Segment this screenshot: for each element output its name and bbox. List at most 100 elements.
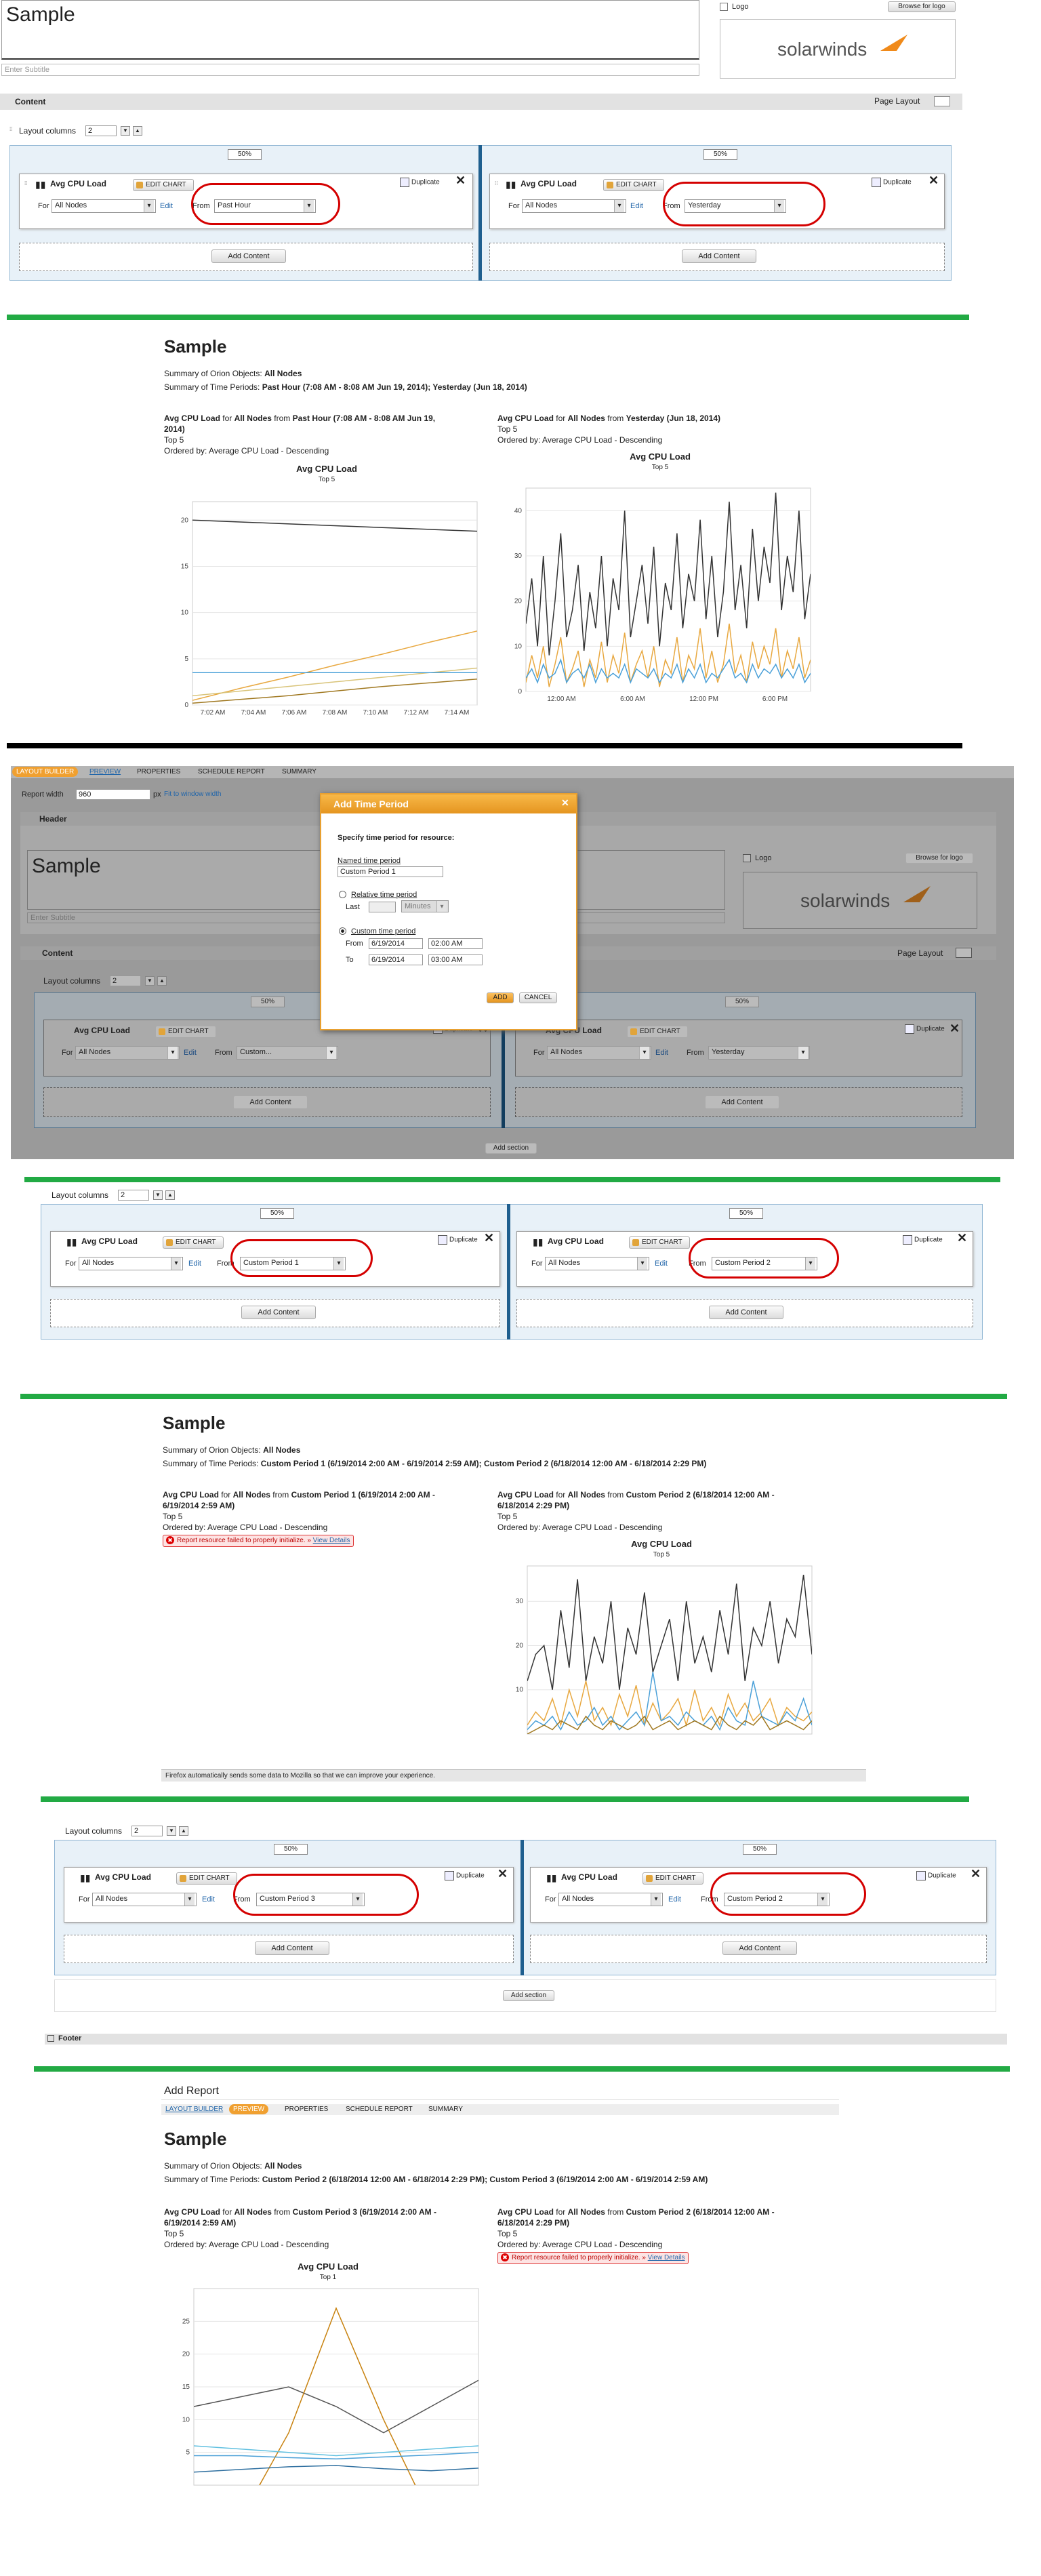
edit-link[interactable]: Edit (630, 202, 643, 210)
browse-logo-button[interactable]: Browse for logo (905, 853, 973, 864)
column-divider[interactable] (520, 1840, 524, 1975)
column-divider[interactable] (507, 1204, 510, 1340)
close-icon[interactable]: ✕ (957, 1232, 967, 1244)
layout-columns-input[interactable]: 2 (131, 1826, 163, 1836)
dialog-close-icon[interactable]: ✕ (561, 797, 569, 809)
close-icon[interactable]: ✕ (971, 1868, 981, 1880)
tab-properties[interactable]: PROPERTIES (281, 2104, 332, 2114)
fit-window-link[interactable]: Fit to window width (164, 790, 221, 798)
columns-down-icon[interactable]: ▼ (145, 976, 155, 986)
columns-down-icon[interactable]: ▼ (167, 1826, 176, 1836)
relative-radio[interactable] (339, 891, 346, 898)
col2-width[interactable]: 50% (703, 149, 737, 160)
col1-width[interactable]: 50% (228, 149, 262, 160)
columns-up-icon[interactable]: ▲ (157, 976, 167, 986)
duplicate-button[interactable]: Duplicate (445, 1871, 485, 1880)
edit-link[interactable]: Edit (184, 1049, 197, 1057)
add-content-button[interactable]: Add Content (709, 1306, 783, 1319)
subtitle-input[interactable]: Enter Subtitle (1, 64, 699, 76)
column-divider[interactable] (478, 145, 482, 281)
add-button[interactable]: ADD (487, 992, 514, 1003)
for-select[interactable]: All Nodes (522, 199, 626, 213)
col1-width[interactable]: 50% (251, 997, 285, 1007)
col1-width[interactable]: 50% (260, 1208, 294, 1219)
report-title-input[interactable]: Sample (1, 0, 699, 60)
duplicate-button[interactable]: Duplicate (903, 1235, 943, 1245)
custom-radio[interactable] (339, 927, 346, 935)
for-select[interactable]: All Nodes (558, 1893, 663, 1906)
add-content-button[interactable]: Add Content (241, 1306, 316, 1319)
columns-up-icon[interactable]: ▲ (179, 1826, 188, 1836)
edit-chart-button[interactable]: EDIT CHART (163, 1236, 224, 1249)
tab-summary[interactable]: SUMMARY (424, 2104, 467, 2114)
close-icon[interactable]: ✕ (484, 1232, 494, 1244)
col2-width[interactable]: 50% (725, 997, 759, 1007)
for-select[interactable]: All Nodes (52, 199, 156, 213)
logo-checkbox[interactable] (743, 854, 751, 862)
add-content-button[interactable]: Add Content (255, 1941, 329, 1955)
tab-layout-builder[interactable]: LAYOUT BUILDER (12, 767, 79, 777)
add-content-button[interactable]: Add Content (705, 1095, 779, 1109)
resource-drag-icon[interactable]: ⁞⁞ (24, 180, 27, 186)
for-select[interactable]: All Nodes (79, 1257, 183, 1270)
duplicate-button[interactable]: Duplicate (400, 178, 440, 187)
browse-logo-button[interactable]: Browse for logo (888, 1, 956, 12)
edit-link[interactable]: Edit (202, 1895, 215, 1904)
add-section-button[interactable]: Add section (485, 1143, 537, 1154)
report-width-input[interactable]: 960 (76, 789, 150, 800)
edit-link[interactable]: Edit (668, 1895, 681, 1904)
columns-up-icon[interactable]: ▲ (133, 126, 142, 136)
for-select[interactable]: All Nodes (547, 1046, 651, 1060)
edit-link[interactable]: Edit (188, 1260, 201, 1268)
edit-chart-button[interactable]: EDIT CHART (133, 179, 194, 191)
duplicate-button[interactable]: Duplicate (905, 1024, 945, 1034)
add-content-button[interactable]: Add Content (211, 249, 286, 263)
layout-columns-input[interactable]: 2 (118, 1190, 149, 1201)
logo-checkbox[interactable] (720, 3, 728, 11)
edit-chart-button[interactable]: EDIT CHART (155, 1026, 216, 1038)
view-details-link[interactable]: View Details (313, 1537, 350, 1544)
edit-link[interactable]: Edit (160, 202, 173, 210)
for-select[interactable]: All Nodes (545, 1257, 649, 1270)
page-layout-dropdown[interactable] (956, 948, 972, 958)
duplicate-button[interactable]: Duplicate (438, 1235, 478, 1245)
col2-width[interactable]: 50% (743, 1844, 777, 1855)
from-select[interactable]: Yesterday (708, 1046, 810, 1060)
to-time-input[interactable]: 03:00 AM (428, 954, 483, 965)
add-content-button[interactable]: Add Content (722, 1941, 797, 1955)
layout-columns-input[interactable]: 2 (85, 125, 117, 136)
add-section-button[interactable]: Add section (503, 1990, 554, 2001)
columns-up-icon[interactable]: ▲ (165, 1190, 175, 1200)
edit-link[interactable]: Edit (655, 1260, 668, 1268)
duplicate-button[interactable]: Duplicate (872, 178, 912, 187)
col2-width[interactable]: 50% (729, 1208, 763, 1219)
layout-columns-input[interactable]: 2 (110, 975, 141, 986)
columns-down-icon[interactable]: ▼ (121, 126, 130, 136)
close-icon[interactable]: ✕ (455, 174, 466, 186)
cancel-button[interactable]: CANCEL (519, 992, 557, 1003)
edit-chart-button[interactable]: EDIT CHART (603, 179, 664, 191)
from-time-input[interactable]: 02:00 AM (428, 938, 483, 949)
from-date-input[interactable]: 6/19/2014 (369, 938, 423, 949)
for-select[interactable]: All Nodes (92, 1893, 197, 1906)
named-period-input[interactable]: Custom Period 1 (338, 866, 443, 877)
edit-chart-button[interactable]: EDIT CHART (642, 1872, 703, 1885)
tab-schedule[interactable]: SCHEDULE REPORT (342, 2104, 417, 2114)
to-date-input[interactable]: 6/19/2014 (369, 954, 423, 965)
page-layout-dropdown[interactable] (934, 96, 950, 106)
edit-chart-button[interactable]: EDIT CHART (176, 1872, 237, 1885)
footer-checkbox[interactable] (47, 2035, 54, 2042)
tab-preview[interactable]: PREVIEW (229, 2104, 269, 2114)
edit-link[interactable]: Edit (655, 1049, 668, 1057)
last-input[interactable] (369, 902, 396, 912)
add-content-button[interactable]: Add Content (682, 249, 756, 263)
resource-drag-icon[interactable]: ⁞⁞ (495, 180, 497, 186)
edit-chart-button[interactable]: EDIT CHART (629, 1236, 690, 1249)
for-select[interactable]: All Nodes (75, 1046, 180, 1060)
edit-chart-button[interactable]: EDIT CHART (627, 1026, 688, 1038)
col1-width[interactable]: 50% (274, 1844, 308, 1855)
add-content-button[interactable]: Add Content (233, 1095, 308, 1109)
from-select[interactable]: Custom... (237, 1046, 338, 1060)
close-icon[interactable]: ✕ (950, 1022, 960, 1034)
minutes-select[interactable]: Minutes (401, 900, 449, 912)
